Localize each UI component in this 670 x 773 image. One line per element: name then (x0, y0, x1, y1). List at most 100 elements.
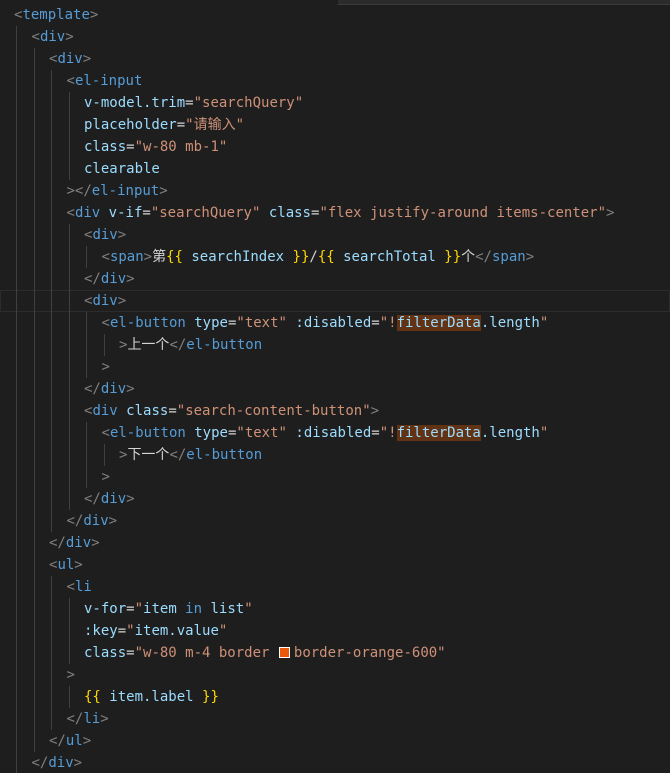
indent-guide (33, 422, 35, 444)
code-line-content: <ul> (49, 554, 83, 576)
code-line[interactable]: > (0, 356, 670, 378)
indent-guide (33, 642, 35, 664)
code-token: < (66, 579, 75, 595)
indent-guide (51, 312, 52, 334)
code-line[interactable]: <div> (0, 48, 670, 70)
code-line[interactable]: {{ item.label }} (0, 686, 670, 708)
indent-guide (68, 620, 70, 642)
code-line[interactable]: </div> (0, 510, 670, 532)
code-line[interactable]: <div v-if="searchQuery" class="flex just… (0, 202, 670, 224)
code-token: </ (49, 733, 66, 749)
code-line-content: class="w-80 mb-1" (84, 136, 227, 158)
code-line[interactable]: </div> (0, 378, 670, 400)
indent-guide (33, 708, 35, 730)
code-line[interactable]: </li> (0, 708, 670, 730)
code-editor[interactable]: <template> <div> <div> <el-input v-model.tri… (0, 0, 670, 773)
code-token: class (126, 403, 169, 419)
indent-guide (16, 510, 17, 532)
indent-guide (51, 158, 52, 180)
code-line[interactable]: </div> (0, 488, 670, 510)
indent-guide (16, 686, 17, 708)
indent-guide (103, 444, 105, 466)
code-line-content: <el-input (67, 70, 143, 92)
code-token: :disabled (295, 315, 372, 331)
indent-guide (16, 114, 17, 136)
indent-guide (16, 92, 17, 114)
code-token: div (83, 513, 109, 529)
indent-guide (33, 48, 35, 70)
code-token: > (101, 469, 110, 485)
code-token: "searchQuery" (193, 95, 304, 111)
indent-guide (16, 202, 17, 224)
code-token: / (309, 249, 318, 265)
indent-guide (51, 136, 52, 158)
code-line-content: placeholder="请输入" (84, 114, 244, 136)
code-line-content: class="w-80 m-4 border border-orange-600… (84, 642, 446, 664)
code-line[interactable]: class="w-80 m-4 border border-orange-600… (0, 642, 670, 664)
indent-guide (51, 620, 52, 642)
code-line[interactable]: <el-button type="text" :disabled="!filte… (0, 422, 670, 444)
code-token: filterData (396, 425, 481, 441)
code-line[interactable]: clearable (0, 158, 670, 180)
code-line[interactable]: > (0, 466, 670, 488)
code-token: > (117, 227, 127, 243)
indent-guide (33, 114, 35, 136)
code-token: = (168, 403, 177, 419)
code-line[interactable]: placeholder="请输入" (0, 114, 670, 136)
code-token: item.label (100, 689, 203, 705)
indent-guide (68, 466, 70, 488)
indent-guide (33, 466, 35, 488)
code-line[interactable]: <li (0, 576, 670, 598)
code-token: div (57, 51, 83, 67)
code-line[interactable]: </div> (0, 268, 670, 290)
indent-guide (16, 576, 17, 598)
code-token: border-orange-600" (293, 645, 446, 661)
color-swatch-icon[interactable] (278, 647, 290, 658)
code-line[interactable]: <ul> (0, 554, 670, 576)
code-line[interactable]: ></el-input> (0, 180, 670, 202)
indent-guide (33, 532, 35, 554)
indent-guide (51, 422, 52, 444)
indent-guide (51, 576, 52, 598)
code-line-content: </div> (84, 488, 135, 510)
code-line[interactable]: </div> (0, 752, 670, 773)
code-token: "text" (236, 315, 287, 331)
code-token: > (82, 733, 92, 749)
code-line[interactable]: <div> (0, 290, 670, 312)
code-line[interactable]: </div> (0, 532, 670, 554)
code-line[interactable]: </ul> (0, 730, 670, 752)
code-line[interactable]: <el-button type="text" :disabled="!filte… (0, 312, 670, 334)
code-line-content: </div> (84, 378, 135, 400)
code-line[interactable]: class="w-80 mb-1" (0, 136, 670, 158)
indent-guide (51, 466, 52, 488)
indent-guide (51, 708, 52, 730)
indent-guide (33, 70, 35, 92)
code-line[interactable]: >上一个</el-button (0, 334, 670, 356)
code-line[interactable]: <el-input (0, 70, 670, 92)
indent-guide (86, 246, 87, 268)
indent-guide (33, 246, 35, 268)
indent-guide (68, 246, 70, 268)
code-line[interactable]: :key="item.value" (0, 620, 670, 642)
indent-guide (16, 708, 17, 730)
code-line[interactable]: v-model.trim="searchQuery" (0, 92, 670, 114)
code-lines[interactable]: <template> <div> <div> <el-input v-model.tri… (0, 4, 670, 773)
indent-guide (68, 686, 70, 708)
code-line[interactable]: <div> (0, 26, 670, 48)
code-line[interactable]: <template> (0, 4, 670, 26)
code-token: v-for (84, 601, 127, 617)
code-token: searchIndex (182, 249, 293, 265)
code-line[interactable]: v-for="item in list" (0, 598, 670, 620)
indent-guide (16, 334, 17, 356)
code-token: el-input (91, 183, 160, 199)
code-line[interactable]: <div class="search-content-button"> (0, 400, 670, 422)
code-line[interactable]: <span>第{{ searchIndex }}/{{ searchTotal … (0, 246, 670, 268)
indent-guide (33, 730, 35, 752)
code-token: type (194, 425, 228, 441)
code-line[interactable]: > (0, 664, 670, 686)
code-line[interactable]: <div> (0, 224, 670, 246)
code-token: el-input (74, 73, 143, 89)
indent-guide (33, 620, 35, 642)
code-line[interactable]: >下一个</el-button (0, 444, 670, 466)
